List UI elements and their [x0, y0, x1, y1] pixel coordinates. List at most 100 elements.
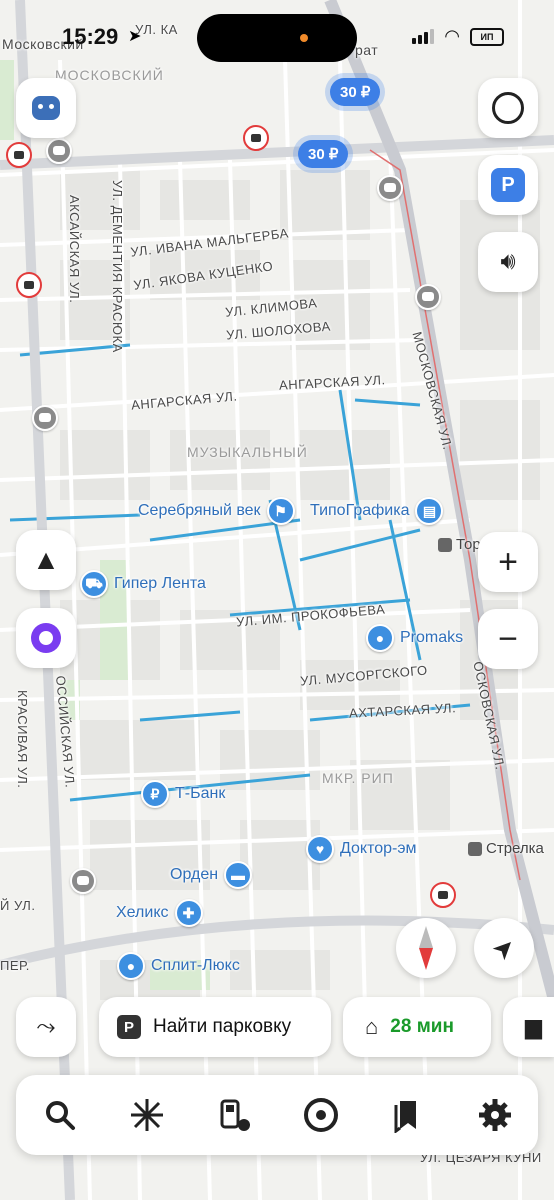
- compass-icon: [419, 926, 433, 970]
- tab-search[interactable]: [36, 1091, 84, 1139]
- location-arrow-icon: ➤: [128, 28, 142, 45]
- parking-price-badge[interactable]: 30 ₽: [298, 140, 349, 168]
- work-route-button[interactable]: ▆: [503, 997, 554, 1057]
- gear-icon: [478, 1099, 511, 1131]
- poi-doktor-em[interactable]: ♥ Доктор-эм: [306, 835, 417, 863]
- parking-icon: P: [491, 168, 525, 202]
- minus-icon: −: [498, 620, 518, 658]
- street-yul: й ул.: [0, 898, 36, 913]
- printer-icon: ▤: [415, 497, 444, 525]
- robot-avatar-icon: [32, 96, 60, 120]
- speed-camera-icon[interactable]: [430, 882, 456, 908]
- battery-icon: ИП: [470, 27, 504, 46]
- parking-icon: P: [117, 1015, 141, 1039]
- home-icon: ⌂: [365, 1014, 379, 1039]
- comment-bubble-icon[interactable]: [377, 175, 403, 201]
- district-mkr-rip: МКР. РИП: [322, 770, 394, 786]
- tab-discovery[interactable]: [123, 1091, 171, 1139]
- poi-tipografika-label: ТипоГрафика: [310, 502, 410, 519]
- warning-icon: ▲: [32, 544, 60, 575]
- briefcase-icon: ▆: [525, 1014, 542, 1039]
- dynamic-island: [197, 14, 357, 62]
- find-parking-button[interactable]: P Найти парковку: [99, 997, 331, 1057]
- street-per: пер.: [0, 958, 30, 973]
- district-muzykalny: МУЗЫКАЛЬНЫЙ: [187, 444, 308, 460]
- poi-t-bank-label: Т-Банк: [175, 785, 226, 802]
- cart-icon: ⛟: [80, 570, 108, 598]
- tooth-icon: ♥: [306, 835, 334, 863]
- music-icon: [303, 1098, 338, 1132]
- poi-serebryany-vek-label: Серебряный век: [138, 502, 261, 519]
- poi-split-lux[interactable]: ● Сплит-Люкс: [117, 952, 240, 980]
- sound-button[interactable]: 🔊︎: [478, 232, 538, 292]
- poi-orden-label: Орден: [170, 866, 219, 883]
- tab-bookmarks[interactable]: [384, 1091, 432, 1139]
- street-dementiya: ул. Дементия Красюка: [110, 180, 125, 353]
- poi-strelka[interactable]: Стрелка: [468, 840, 544, 857]
- ruble-icon: ₽: [141, 780, 169, 808]
- fuel-pump-icon: [220, 1099, 250, 1131]
- shopping-bag-icon: [468, 841, 482, 856]
- profile-button[interactable]: [16, 78, 76, 138]
- poi-giper-lenta[interactable]: ⛟ Гипер Лента: [80, 570, 206, 598]
- medical-cross-icon: ✚: [174, 899, 203, 927]
- poi-strelka-label: Стрелка: [486, 840, 544, 857]
- poi-split-lux-label: Сплит-Люкс: [151, 957, 240, 974]
- status-bar: 15:29 ➤ ◠ ИП: [0, 0, 554, 70]
- street-aksaiskaya: аксайская ул.: [67, 195, 82, 304]
- search-icon: [45, 1101, 75, 1130]
- shopping-bag-icon: [438, 537, 452, 552]
- sparkle-icon: [130, 1099, 163, 1131]
- battery-label: ИП: [480, 31, 494, 42]
- bottom-tab-bar: [16, 1075, 538, 1155]
- speaker-icon: 🔊︎: [500, 248, 516, 275]
- poi-doktor-em-label: Доктор-эм: [340, 840, 417, 857]
- find-parking-label: Найти парковку: [153, 1016, 292, 1037]
- route-icon: ⤳: [36, 1013, 56, 1040]
- navigation-arrow-icon: ➤: [485, 929, 522, 966]
- poi-t-bank[interactable]: ₽ Т-Банк: [141, 780, 225, 808]
- poi-orden[interactable]: Орден ▬: [170, 861, 253, 889]
- comment-bubble-icon[interactable]: [46, 138, 72, 164]
- status-time: 15:29: [62, 24, 119, 49]
- report-incident-button[interactable]: ▲: [16, 530, 76, 590]
- dumbbell-icon: ▬: [224, 861, 253, 889]
- poi-serebryany-vek[interactable]: Серебряный век ⚑: [138, 497, 295, 525]
- alice-icon: [31, 623, 61, 653]
- cellular-signal-icon: [412, 29, 435, 44]
- location-pin-icon: ●: [117, 952, 145, 980]
- compass-button[interactable]: [396, 918, 456, 978]
- tab-fuel[interactable]: [210, 1091, 258, 1139]
- layers-button[interactable]: [478, 78, 538, 138]
- comment-bubble-icon[interactable]: [70, 868, 96, 894]
- comment-bubble-icon[interactable]: [415, 284, 441, 310]
- poi-heliks-label: Хеликс: [116, 904, 169, 921]
- tab-music[interactable]: [297, 1091, 345, 1139]
- poi-giper-lenta-label: Гипер Лента: [114, 575, 206, 592]
- zoom-out-button[interactable]: −: [478, 609, 538, 669]
- flag-icon: ⚑: [266, 497, 295, 525]
- comment-bubble-icon[interactable]: [32, 405, 58, 431]
- street-krasivaya: красивая ул.: [15, 690, 30, 789]
- poi-promaks[interactable]: ● Promaks: [366, 624, 463, 652]
- layers-icon: [492, 92, 524, 124]
- alice-button[interactable]: [16, 608, 76, 668]
- tab-settings[interactable]: [471, 1091, 519, 1139]
- poi-heliks[interactable]: Хеликс ✚: [116, 899, 203, 927]
- poi-tipografika[interactable]: ТипоГрафика ▤: [310, 497, 444, 525]
- zoom-in-button[interactable]: +: [478, 532, 538, 592]
- parking-button[interactable]: P: [478, 155, 538, 215]
- my-location-button[interactable]: ➤: [474, 918, 534, 978]
- speed-camera-icon[interactable]: [6, 142, 32, 168]
- plus-icon: +: [498, 543, 518, 581]
- parking-price-badge[interactable]: 30 ₽: [330, 78, 381, 106]
- road-works-icon[interactable]: [243, 125, 269, 151]
- poi-promaks-label: Promaks: [400, 629, 464, 646]
- home-eta: 28 мин: [390, 1016, 454, 1037]
- location-pin-icon: ●: [366, 624, 394, 652]
- route-button[interactable]: ⤳: [16, 997, 76, 1057]
- wifi-icon: ◠: [444, 26, 460, 46]
- speed-camera-icon[interactable]: [16, 272, 42, 298]
- bookmark-icon: [394, 1101, 416, 1133]
- home-route-button[interactable]: ⌂ 28 мин: [343, 997, 491, 1057]
